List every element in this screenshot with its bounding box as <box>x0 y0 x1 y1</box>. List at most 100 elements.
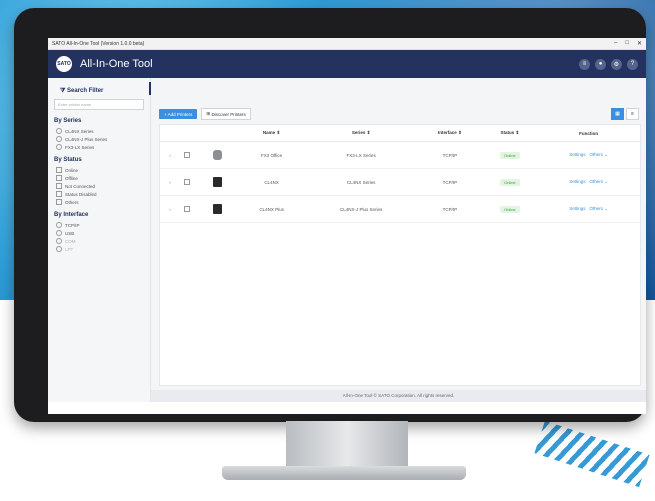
menu-icon[interactable]: ≡ <box>579 58 590 70</box>
column-function: Function <box>537 125 640 142</box>
interface-label: TCP/IP <box>65 222 80 228</box>
monitor-frame: SATO All-In-One Tool (Version 1.0.0 beta… <box>14 8 646 422</box>
series-label: FX3-LX Series <box>65 144 95 150</box>
column-status[interactable]: Status ⇕ <box>482 125 538 142</box>
printer-image <box>212 176 222 187</box>
status-label: Others <box>65 199 79 205</box>
status-filter-item[interactable]: Offline <box>54 174 144 182</box>
discover-label: Discover Printers <box>211 111 246 117</box>
printer-series: FX3-LX Series <box>305 141 418 169</box>
status-label: Status Disabled <box>65 191 97 197</box>
interface-filter-item[interactable]: USB <box>54 229 144 237</box>
table-row[interactable]: › CL4NX CL4NX Series TCP/IP Online Setti… <box>160 168 640 196</box>
main-content: + Add Printers ⊞ Discover Printers ▦ ≡ N… <box>151 78 646 402</box>
filter-title-text: Search Filter <box>67 88 104 94</box>
checkbox[interactable] <box>56 167 62 173</box>
status-label: Not Connected <box>65 183 96 189</box>
status-filter-item[interactable]: Status Disabled <box>54 190 144 198</box>
printer-image <box>212 149 222 160</box>
radio-button[interactable] <box>56 128 62 134</box>
chevron-down-icon[interactable]: ⌄ <box>604 179 608 184</box>
printer-image <box>212 203 222 214</box>
monitor-stand-neck <box>286 421 408 469</box>
radio-button[interactable] <box>56 230 62 236</box>
checkbox[interactable] <box>56 199 62 205</box>
sidebar: ‹ ⧩ Search Filter Enter printer name By … <box>48 78 158 402</box>
add-printers-button[interactable]: + Add Printers <box>159 109 198 119</box>
printer-table-container: Name ⇕ Series ⇕ Interface ⇕ Status ⇕ Fun… <box>159 124 641 386</box>
column-interface[interactable]: Interface ⇕ <box>417 125 483 142</box>
radio-button <box>56 238 62 244</box>
window-titlebar: SATO All-In-One Tool (Version 1.0.0 beta… <box>48 38 646 50</box>
radio-button[interactable] <box>56 136 62 142</box>
chevron-down-icon[interactable]: ⌄ <box>604 152 608 157</box>
series-filter-item[interactable]: CL4NX-J Plus Series <box>54 135 144 143</box>
others-dropdown[interactable]: Others <box>589 206 603 211</box>
radio-button <box>56 246 62 252</box>
interface-filter-item[interactable]: TCP/IP <box>54 221 144 229</box>
gear-icon[interactable]: ⚙ <box>611 58 622 70</box>
printer-name: CL4NX <box>238 168 306 196</box>
settings-link[interactable]: Settings <box>569 206 585 211</box>
row-checkbox[interactable] <box>183 178 190 185</box>
printer-interface: TCP/IP <box>417 141 483 169</box>
status-filter-item[interactable]: Not Connected <box>54 182 144 190</box>
status-label: Online <box>65 167 79 173</box>
printer-series: CL4NX Series <box>305 168 418 196</box>
radio-button[interactable] <box>56 222 62 228</box>
status-badge: Online <box>500 178 520 186</box>
interface-label: COM <box>65 238 76 244</box>
checkbox[interactable] <box>56 191 62 197</box>
by-series-heading: By Series <box>54 118 82 124</box>
filter-title: ⧩ Search Filter <box>60 88 144 95</box>
interface-filter-item: COM <box>54 237 144 245</box>
by-status-heading: By Status <box>54 157 82 163</box>
maximize-button[interactable]: □ <box>625 40 629 47</box>
printer-series: CL4NX-J Plus Series <box>305 195 418 223</box>
checkbox[interactable] <box>56 183 62 189</box>
window-title: SATO All-In-One Tool (Version 1.0.0 beta… <box>52 40 145 47</box>
row-checkbox[interactable] <box>183 205 190 212</box>
others-dropdown[interactable]: Others <box>589 179 603 184</box>
footer: All-In-One Tool © SATO Corporation. All … <box>151 390 646 402</box>
settings-link[interactable]: Settings <box>569 152 585 157</box>
series-filter-item[interactable]: CL4NX Series <box>54 127 144 135</box>
column-name[interactable]: Name ⇕ <box>238 125 306 142</box>
interface-label: LPT <box>65 246 74 252</box>
grid-view-button[interactable]: ▦ <box>611 108 624 120</box>
status-filter-item[interactable]: Others <box>54 198 144 206</box>
expand-icon[interactable]: › <box>160 141 180 169</box>
interface-filter-item: LPT <box>54 245 144 253</box>
series-label: CL4NX-J Plus Series <box>65 136 108 142</box>
printer-interface: TCP/IP <box>417 195 483 223</box>
status-badge: Online <box>500 205 520 213</box>
interface-label: USB <box>65 230 75 236</box>
screen: SATO All-In-One Tool (Version 1.0.0 beta… <box>48 38 646 414</box>
toolbar: + Add Printers ⊞ Discover Printers ▦ ≡ <box>159 108 639 120</box>
list-view-button[interactable]: ≡ <box>626 108 639 120</box>
app-name: All-In-One Tool <box>80 58 153 70</box>
close-button[interactable]: ✕ <box>637 40 642 47</box>
checkbox[interactable] <box>56 175 62 181</box>
others-dropdown[interactable]: Others <box>589 152 603 157</box>
series-filter-item[interactable]: FX3-LX Series <box>54 143 144 151</box>
app-logo: SATO <box>56 56 72 72</box>
by-interface-heading: By Interface <box>54 212 89 218</box>
help-icon[interactable]: ? <box>627 58 638 70</box>
chevron-down-icon[interactable]: ⌄ <box>604 206 608 211</box>
table-row[interactable]: › CL4NX Plus CL4NX-J Plus Series TCP/IP … <box>160 195 640 223</box>
radio-button[interactable] <box>56 144 62 150</box>
minimize-button[interactable]: – <box>614 40 617 47</box>
expand-icon[interactable]: › <box>160 195 180 223</box>
search-input[interactable]: Enter printer name <box>54 99 144 110</box>
printer-table: Name ⇕ Series ⇕ Interface ⇕ Status ⇕ Fun… <box>160 125 640 223</box>
notification-icon[interactable]: ● <box>595 58 606 70</box>
table-row[interactable]: › FX3 Office FX3-LX Series TCP/IP Online… <box>160 141 640 169</box>
expand-icon[interactable]: › <box>160 168 180 196</box>
row-checkbox[interactable] <box>183 151 190 158</box>
settings-link[interactable]: Settings <box>569 179 585 184</box>
discover-printers-button[interactable]: ⊞ Discover Printers <box>201 108 251 120</box>
column-series[interactable]: Series ⇕ <box>305 125 418 142</box>
printer-name: FX3 Office <box>238 141 306 169</box>
status-filter-item[interactable]: Online <box>54 166 144 174</box>
